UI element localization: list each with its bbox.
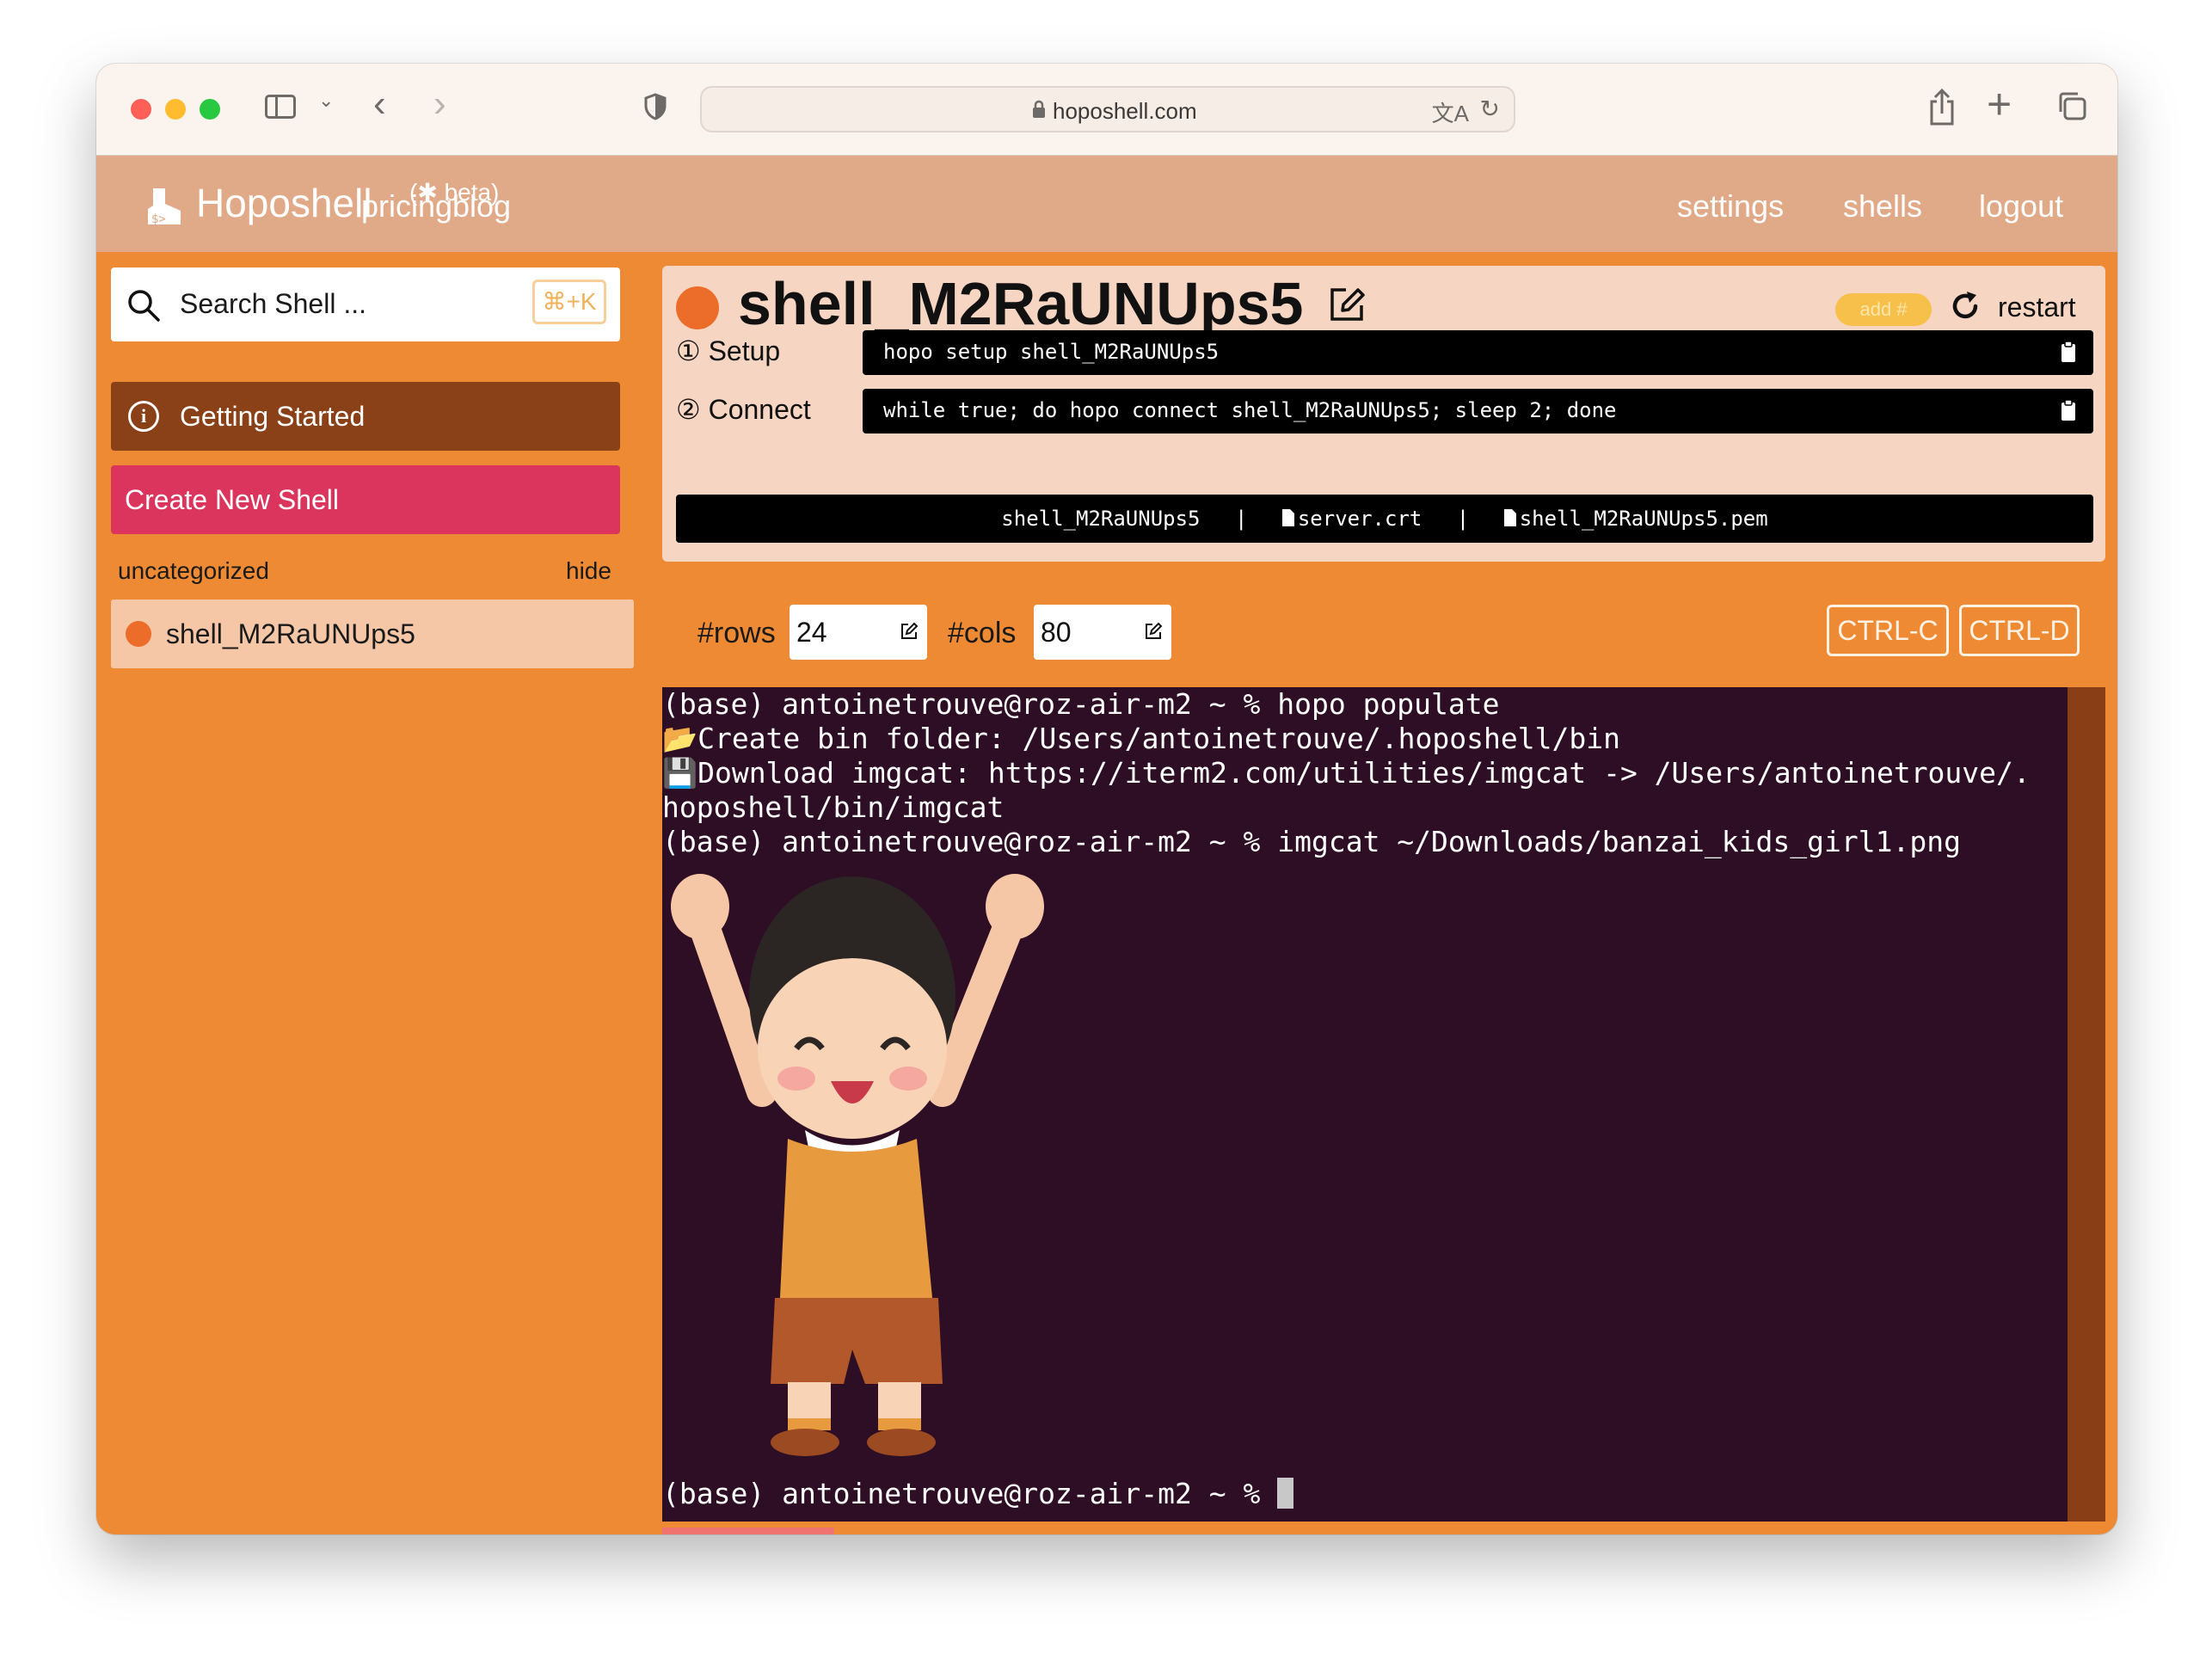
terminal-line: (base) antoinetrouve@roz-air-m2 ~ % hopo…	[662, 687, 1500, 721]
restart-icon[interactable]	[1949, 290, 1982, 323]
nav-pricing[interactable]: pricing	[361, 188, 452, 224]
sidebar-shell-name: shell_M2RaUNUps5	[166, 618, 415, 649]
terminal-line: (base) antoinetrouve@roz-air-m2 ~ % imgc…	[662, 825, 1961, 858]
zoom-window-button[interactable]	[200, 99, 220, 120]
shell-status-dot	[126, 621, 151, 647]
group-label: uncategorized	[118, 557, 269, 584]
search-shortcut-badge: ⌘+K	[532, 280, 606, 324]
terminal-line: 💾Download imgcat: https://iterm2.com/uti…	[662, 756, 2031, 790]
file-link-shell[interactable]: shell_M2RaUNUps5	[1001, 495, 1200, 543]
tabs-icon[interactable]	[2057, 91, 2086, 120]
back-icon[interactable]: ‹	[373, 83, 386, 126]
file-icon	[1281, 509, 1294, 526]
plus-icon[interactable]: +	[1987, 79, 2012, 129]
clipboard-icon[interactable]	[2061, 399, 2076, 421]
ctrl-c-button[interactable]: CTRL-C	[1827, 605, 1949, 656]
add-tag-button[interactable]: add #	[1835, 293, 1932, 326]
terminal-scrollbar[interactable]	[2068, 687, 2105, 1522]
terminal-line: hoposhell/bin/imgcat	[662, 790, 1005, 824]
lock-icon	[1033, 100, 1045, 118]
shell-files-bar: shell_M2RaUNUps5 | server.crt | shell_M2…	[676, 495, 2093, 543]
brand-name[interactable]: Hoposhell	[196, 180, 372, 226]
search-icon	[128, 290, 160, 322]
translate-icon[interactable]: 文A	[1432, 96, 1469, 128]
file-name-server-crt: server.crt	[1297, 507, 1422, 531]
setup-label: ① Setup	[676, 335, 781, 366]
connect-command[interactable]: while true; do hopo connect shell_M2RaUN…	[863, 389, 2093, 433]
shell-status-indicator	[676, 286, 719, 329]
terminal-line: 📂Create bin folder: /Users/antoinetrouve…	[662, 722, 1620, 755]
file-separator: |	[1456, 507, 1470, 531]
shell-title: shell_M2RaUNUps5	[738, 270, 1304, 337]
app-navbar: $> Hoposhell (✱ beta) pricing blog setti…	[96, 156, 2117, 252]
getting-started-button[interactable]: i Getting Started	[111, 382, 620, 451]
nav-settings[interactable]: settings	[1677, 188, 1784, 224]
shield-icon[interactable]	[644, 93, 667, 120]
rows-label: #rows	[697, 617, 776, 649]
forward-icon[interactable]: ›	[433, 83, 446, 126]
minimize-window-button[interactable]	[165, 99, 186, 120]
terminal-prompt-text: (base) antoinetrouve@roz-air-m2 ~ %	[662, 1477, 1278, 1510]
info-icon: i	[128, 401, 159, 432]
setup-command-text: hopo setup shell_M2RaUNUps5	[883, 340, 1220, 364]
pencil-icon[interactable]	[1327, 285, 1367, 324]
file-link-pem[interactable]: shell_M2RaUNUps5.pem	[1503, 495, 1768, 543]
file-icon	[1503, 509, 1516, 526]
share-icon[interactable]	[1928, 88, 1956, 126]
restart-button[interactable]: restart	[1998, 292, 2076, 323]
pencil-icon[interactable]	[1144, 622, 1163, 641]
setup-command[interactable]: hopo setup shell_M2RaUNUps5	[863, 330, 2093, 375]
close-window-button[interactable]	[131, 99, 151, 120]
sidebar-shell-item[interactable]: shell_M2RaUNUps5	[111, 599, 634, 668]
svg-text:$>: $>	[151, 212, 166, 226]
clipboard-icon[interactable]	[2061, 341, 2076, 363]
connect-label: ② Connect	[676, 394, 811, 425]
file-separator: |	[1234, 507, 1248, 531]
cols-input[interactable]: 80	[1034, 605, 1171, 660]
getting-started-label: Getting Started	[180, 401, 366, 432]
girl-illustration	[671, 874, 1044, 1456]
chevron-down-icon[interactable]: ⌄	[318, 89, 334, 112]
browser-window: ⌄ ‹ › hoposhell.com 文A ↻ + $> Hoposhell …	[96, 64, 2117, 1534]
rows-input[interactable]: 24	[790, 605, 927, 660]
nav-blog[interactable]: blog	[452, 188, 511, 224]
logo-icon[interactable]: $>	[144, 185, 187, 228]
reload-icon[interactable]: ↻	[1480, 95, 1500, 123]
search-placeholder: Search Shell ...	[180, 288, 366, 319]
nav-logout[interactable]: logout	[1979, 188, 2063, 224]
address-url[interactable]: hoposhell.com	[1053, 98, 1197, 125]
browser-toolbar: ⌄ ‹ › hoposhell.com 文A ↻ +	[96, 64, 2117, 156]
terminal-cursor	[1277, 1477, 1294, 1509]
terminal-prompt: (base) antoinetrouve@roz-air-m2 ~ %	[662, 1477, 1294, 1511]
rows-value: 24	[796, 617, 827, 648]
pencil-icon[interactable]	[900, 622, 919, 641]
search-shell-input[interactable]: Search Shell ... ⌘+K	[111, 267, 620, 341]
nav-shells[interactable]: shells	[1843, 188, 1922, 224]
sidebar-icon[interactable]	[265, 95, 296, 119]
shell-info-card: shell_M2RaUNUps5 add # restart ① Setup h…	[662, 266, 2105, 562]
connect-command-text: while true; do hopo connect shell_M2RaUN…	[883, 398, 1617, 422]
footer-accent	[662, 1528, 834, 1534]
cols-value: 80	[1041, 617, 1072, 648]
terminal[interactable]: (base) antoinetrouve@roz-air-m2 ~ % hopo…	[662, 687, 2105, 1522]
create-new-shell-button[interactable]: Create New Shell	[111, 465, 620, 534]
address-bar[interactable]: hoposhell.com 文A ↻	[700, 86, 1515, 132]
file-name-pem: shell_M2RaUNUps5.pem	[1519, 507, 1768, 531]
create-new-shell-label: Create New Shell	[125, 484, 339, 515]
file-link-server-crt[interactable]: server.crt	[1281, 495, 1422, 543]
cols-label: #cols	[948, 617, 1017, 649]
group-hide-link[interactable]: hide	[566, 557, 611, 585]
ctrl-d-button[interactable]: CTRL-D	[1959, 605, 2080, 656]
